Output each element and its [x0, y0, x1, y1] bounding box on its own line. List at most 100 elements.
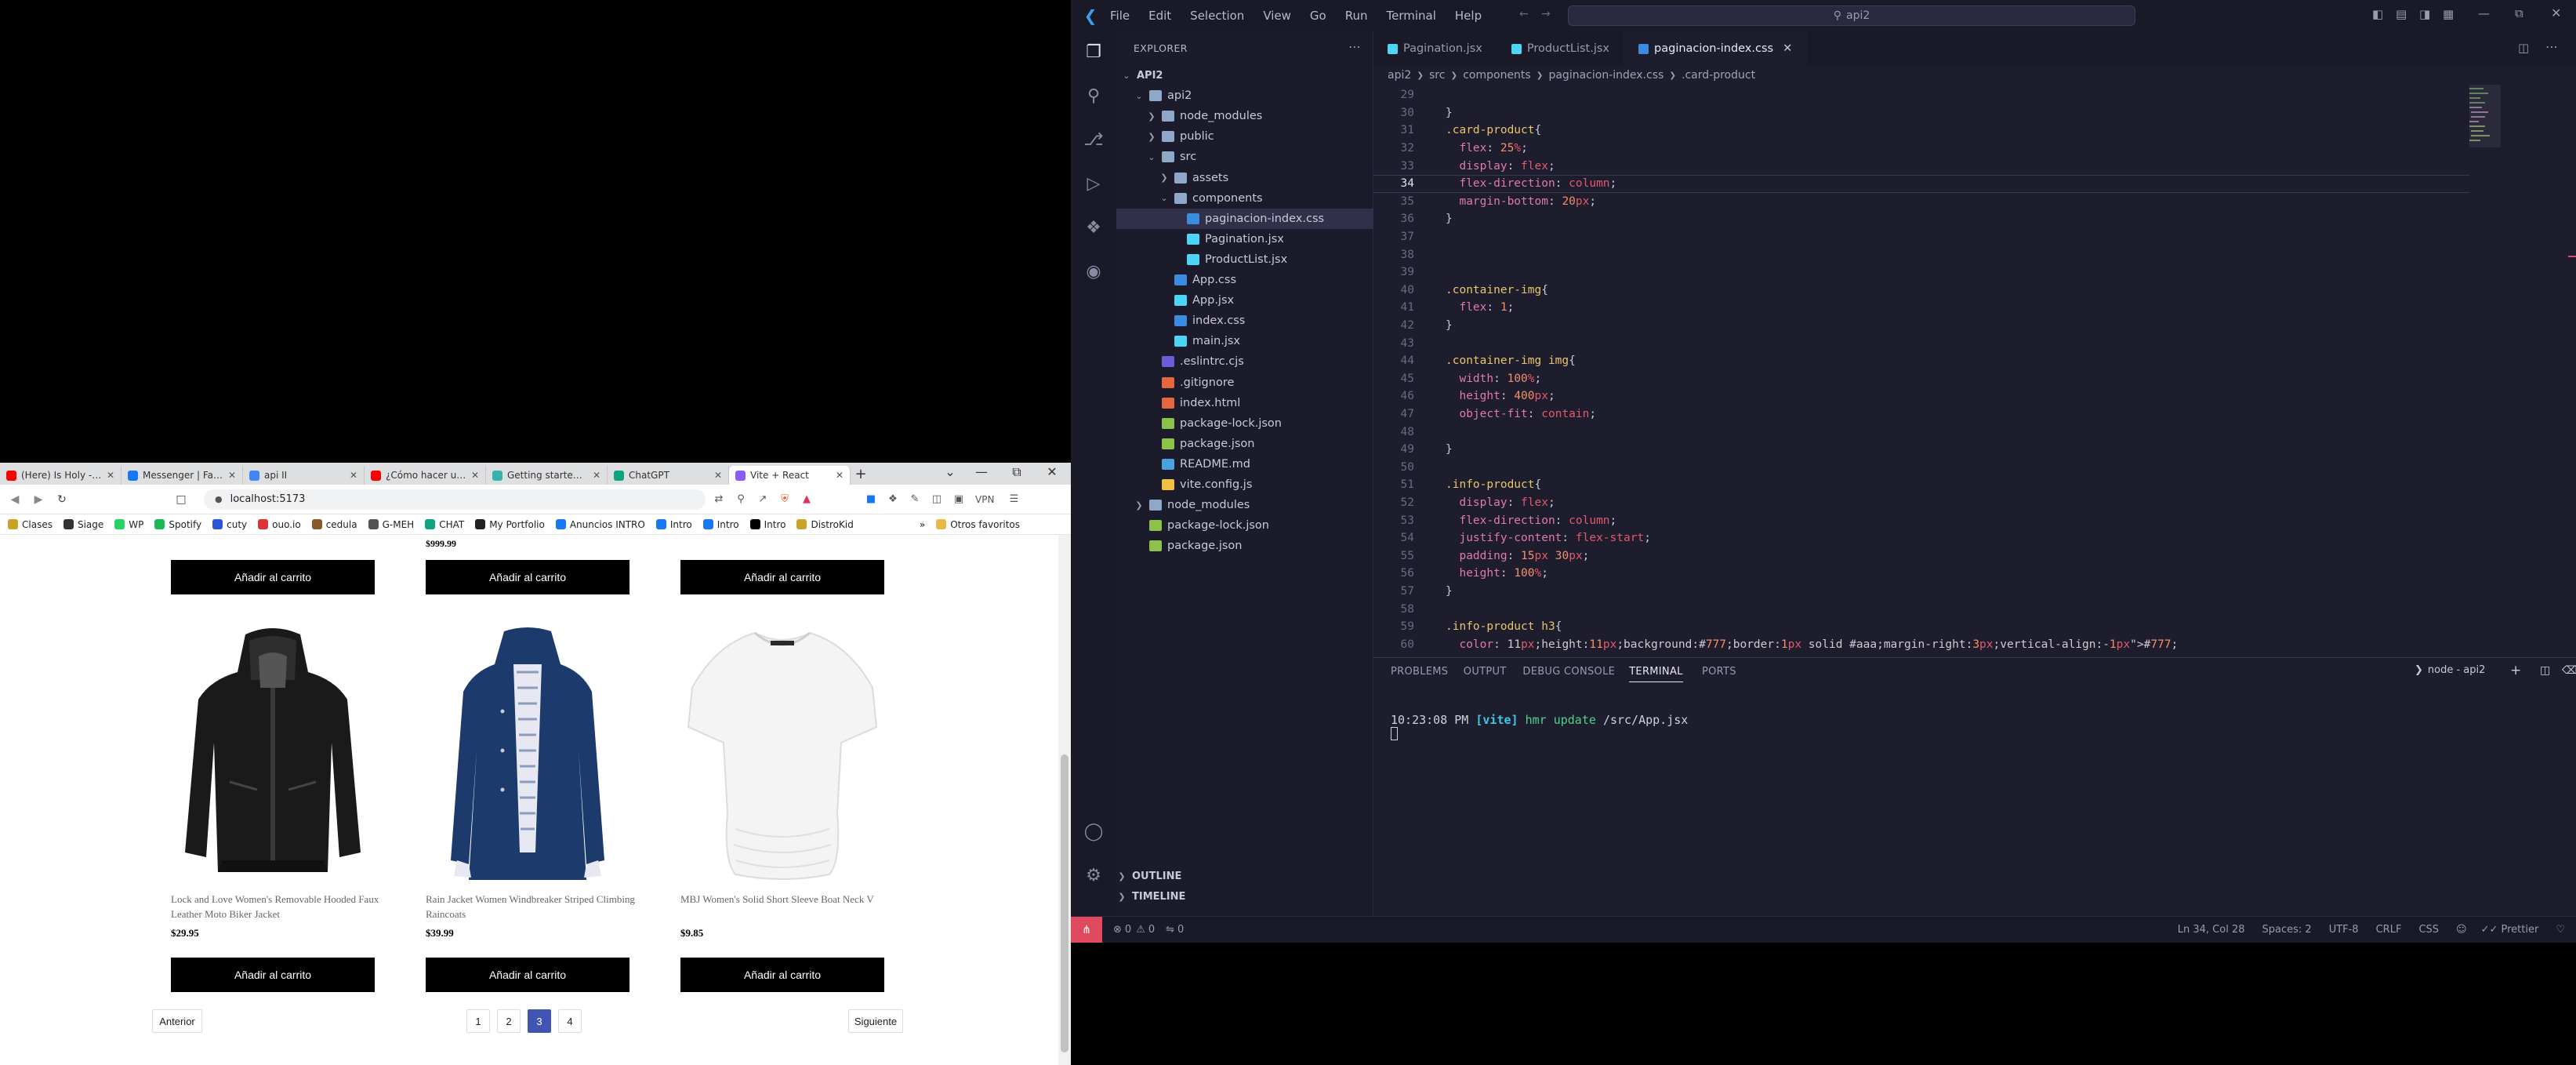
new-terminal-icon[interactable]: + — [2510, 663, 2521, 678]
command-center-search[interactable]: ⚲ api2 — [1568, 5, 2135, 26]
close-tab-icon[interactable]: ✕ — [1783, 42, 1792, 55]
tree-file[interactable]: index.html — [1116, 393, 1373, 413]
bookmark-item[interactable]: cuty — [212, 519, 247, 530]
back-nav-icon[interactable]: ← — [1519, 8, 1529, 20]
bookmark-icon[interactable]: □ — [172, 493, 190, 506]
tree-file[interactable]: ProductList.jsx — [1116, 249, 1373, 270]
bookmark-item[interactable]: G-MEH — [368, 519, 414, 530]
close-tab-icon[interactable]: ✕ — [350, 470, 357, 481]
scrollbar-thumb[interactable] — [1061, 754, 1068, 1052]
indentation[interactable]: Spaces: 2 — [2262, 924, 2312, 936]
more-actions-icon[interactable]: ⋯ — [1348, 39, 1361, 54]
close-window-icon[interactable]: ✕ — [1035, 464, 1069, 479]
customize-layout-icon[interactable]: ▦ — [2443, 7, 2454, 21]
end-of-line[interactable]: CRLF — [2376, 924, 2402, 936]
close-tab-icon[interactable]: ✕ — [836, 470, 844, 481]
tree-folder[interactable]: ❯ public — [1116, 126, 1373, 147]
bookmark-item[interactable]: Clases — [8, 519, 53, 530]
breadcrumb-item[interactable]: paginacion-index.css — [1548, 69, 1664, 82]
tree-file[interactable]: vite.config.js — [1116, 474, 1373, 495]
bookmark-item[interactable]: My Portfolio — [475, 519, 545, 530]
panel-tab-terminal[interactable]: TERMINAL — [1629, 666, 1683, 682]
add-to-cart-button[interactable]: Añadir al carrito — [171, 560, 375, 594]
toggle-sidebar-icon[interactable]: ◧ — [2372, 7, 2383, 21]
tree-file[interactable]: App.css — [1116, 270, 1373, 290]
editor-tab[interactable]: Pagination.jsx — [1373, 31, 1497, 66]
editor-more-icon[interactable]: ⋯ — [2545, 39, 2558, 54]
panel-tab-output[interactable]: OUTPUT — [1464, 666, 1507, 678]
breadcrumb-item[interactable]: api2 — [1388, 69, 1411, 82]
toggle-secondary-sidebar-icon[interactable]: ◨ — [2419, 7, 2430, 21]
pagination-page-1[interactable]: 1 — [466, 1009, 490, 1033]
menu-run[interactable]: Run — [1345, 9, 1368, 23]
breadcrumb-item[interactable]: .card-product — [1682, 69, 1755, 82]
breadcrumb-item[interactable]: components — [1463, 69, 1531, 82]
bookmark-item[interactable]: ouo.io — [258, 519, 301, 530]
tree-file[interactable]: Pagination.jsx — [1116, 229, 1373, 249]
source-control-icon[interactable]: ⎇ — [1082, 130, 1105, 154]
browser-tab[interactable]: api II ✕ — [243, 466, 365, 485]
pagination-page-3[interactable]: 3 — [528, 1009, 551, 1033]
browser-tab[interactable]: ¿Cómo hacer una pág ✕ — [365, 466, 486, 485]
cursor-position[interactable]: Ln 34, Col 28 — [2178, 924, 2245, 936]
sidebar-icon[interactable]: ◫ — [928, 493, 945, 505]
menu-help[interactable]: Help — [1455, 9, 1482, 23]
browser-tab[interactable]: ChatGPT ✕ — [608, 466, 729, 485]
tree-file[interactable]: index.css — [1116, 311, 1373, 331]
page-scrollbar[interactable] — [1058, 535, 1071, 1065]
extensions-icon[interactable]: ❖ — [1082, 218, 1105, 242]
pagination-prev-button[interactable]: Anterior — [152, 1009, 202, 1033]
bookmark-item[interactable]: Anuncios INTRO — [555, 519, 645, 530]
tree-file[interactable]: .gitignore — [1116, 373, 1373, 393]
copilot-icon[interactable]: ☺ — [2456, 924, 2467, 936]
error-icon[interactable]: ⊗ — [1113, 924, 1122, 936]
wallet-icon[interactable]: ▣ — [950, 493, 967, 505]
remote-explorer-icon[interactable]: ◉ — [1082, 262, 1105, 285]
tree-file[interactable]: main.jsx — [1116, 331, 1373, 351]
close-tab-icon[interactable]: ✕ — [228, 470, 236, 481]
bookmarks-overflow-button[interactable]: » — [920, 519, 925, 530]
breadcrumb-item[interactable]: src — [1429, 69, 1445, 82]
accounts-icon[interactable]: ◯ — [1082, 822, 1105, 845]
bookmark-item[interactable]: Intro — [655, 519, 692, 530]
tree-folder[interactable]: ⌄ src — [1116, 147, 1373, 167]
bookmark-item[interactable]: Intro — [749, 519, 785, 530]
ports-icon[interactable]: ⇋ — [1166, 924, 1174, 936]
menu-edit[interactable]: Edit — [1148, 9, 1171, 23]
tree-folder[interactable]: ⌄ components — [1116, 188, 1373, 209]
zoom-icon[interactable]: ⚲ — [732, 493, 749, 505]
site-info-icon[interactable]: ● — [215, 494, 223, 504]
split-editor-icon[interactable]: ◫ — [2518, 41, 2529, 55]
encoding[interactable]: UTF-8 — [2329, 924, 2359, 936]
restore-window-icon[interactable]: ⧉ — [2515, 6, 2523, 20]
tree-folder[interactable]: ❯ assets — [1116, 168, 1373, 188]
vpn-button[interactable]: VPN — [975, 494, 994, 505]
warning-icon[interactable]: ⚠ — [1136, 924, 1145, 936]
language-mode[interactable]: CSS — [2418, 924, 2439, 936]
close-tab-icon[interactable]: ✕ — [593, 470, 600, 481]
tab-search-icon[interactable]: ⌄ — [933, 464, 967, 479]
remote-indicator[interactable]: ⋔ — [1071, 916, 1102, 943]
close-tab-icon[interactable]: ✕ — [714, 470, 722, 481]
tree-file[interactable]: App.jsx — [1116, 290, 1373, 311]
minimize-window-icon[interactable]: — — [964, 464, 999, 479]
close-window-icon[interactable]: ✕ — [2551, 5, 2561, 20]
menu-icon[interactable]: ☰ — [1005, 493, 1022, 505]
pagination-page-4[interactable]: 4 — [558, 1009, 582, 1033]
new-tab-button[interactable]: + — [851, 466, 871, 482]
tree-file[interactable]: package-lock.json — [1116, 515, 1373, 536]
url-input[interactable]: ● localhost:5173 — [204, 489, 706, 510]
browser-tab[interactable]: Vite + React ✕ — [729, 466, 851, 485]
restore-window-icon[interactable]: ⧉ — [1000, 464, 1034, 480]
bookmark-item[interactable]: cedula — [311, 519, 357, 530]
panel-tab-debug-console[interactable]: DEBUG CONSOLE — [1522, 666, 1615, 678]
menu-file[interactable]: File — [1110, 9, 1130, 23]
puzzle-icon[interactable]: ❖ — [884, 493, 902, 505]
other-favorites-folder[interactable]: Otros favoritos — [936, 519, 1020, 530]
bookmark-item[interactable]: Intro — [702, 519, 739, 530]
brave-rewards-icon[interactable]: ▲ — [798, 493, 815, 505]
translate-icon[interactable]: ⇄ — [710, 493, 727, 505]
share-icon[interactable]: ↗ — [754, 493, 771, 505]
menu-terminal[interactable]: Terminal — [1387, 9, 1436, 23]
menu-selection[interactable]: Selection — [1190, 9, 1244, 23]
